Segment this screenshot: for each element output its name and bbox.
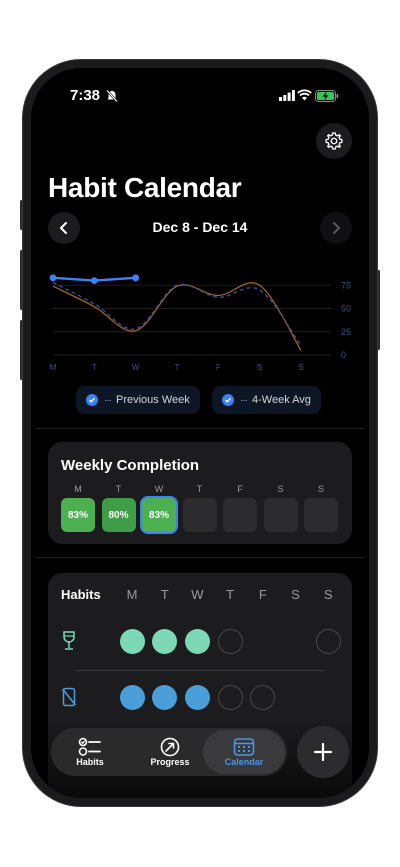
tab-progress-label: Progress xyxy=(150,757,190,767)
x-tick-label: S xyxy=(257,363,262,372)
habit-day-header: S xyxy=(291,587,300,602)
tab-calendar[interactable]: Calendar xyxy=(203,730,285,774)
legend-avg-label: 4-Week Avg xyxy=(252,394,311,406)
x-tick-label: F xyxy=(216,363,221,372)
series-line-previous-week xyxy=(52,281,302,347)
completion-day-label: S xyxy=(277,484,284,494)
wine-glass-icon xyxy=(62,631,76,656)
checkmark-icon xyxy=(222,394,234,406)
completion-day-cell[interactable]: 80% xyxy=(101,498,136,532)
tab-bar: Habits Progress Calendar xyxy=(51,728,287,776)
y-tick-label: 25 xyxy=(341,327,351,337)
y-tick-label: 50 xyxy=(341,304,351,314)
habit-day-toggle[interactable] xyxy=(119,629,145,654)
status-time: 7:38 xyxy=(70,87,101,104)
habit-day-header: T xyxy=(226,587,235,602)
data-point xyxy=(90,277,98,284)
habit-day-toggle[interactable] xyxy=(184,685,210,710)
habits-header: Habits xyxy=(61,587,101,602)
habit-day-header: W xyxy=(191,587,204,602)
x-tick-label: T xyxy=(92,363,97,372)
habit-row-divider xyxy=(76,670,324,671)
series-line-avg xyxy=(52,282,302,351)
week-range-label: Dec 8 - Dec 14 xyxy=(152,219,248,235)
completion-day-cell[interactable]: 83% xyxy=(61,498,95,532)
weekly-completion-title: Weekly Completion xyxy=(61,457,200,474)
habit-day-toggle[interactable] xyxy=(217,629,243,654)
legend-avg-toggle[interactable]: ··· 4-Week Avg xyxy=(212,386,321,414)
habit-day-toggle[interactable] xyxy=(152,629,178,654)
habits-list-icon xyxy=(78,737,101,756)
section-divider xyxy=(35,428,365,429)
x-tick-label: S xyxy=(298,363,303,372)
dashed-line-icon: ··· xyxy=(104,394,112,406)
data-point xyxy=(49,274,57,282)
habit-day-header: S xyxy=(323,587,333,602)
tab-habits[interactable]: Habits xyxy=(65,728,115,776)
x-tick-label: W xyxy=(132,363,140,372)
y-tick-label: 75 xyxy=(341,280,351,290)
habit-day-header: M xyxy=(126,587,138,602)
plus-icon xyxy=(313,742,333,762)
completion-line-chart: 75 50 25 0 M T W T F S S xyxy=(49,274,351,372)
completion-day-label: T xyxy=(115,484,122,494)
wifi-icon xyxy=(297,89,312,101)
habit-day-header: F xyxy=(258,587,267,602)
x-tick-label: M xyxy=(50,363,57,372)
chevron-right-icon xyxy=(333,222,340,234)
habit-day-toggle[interactable] xyxy=(119,685,145,710)
completion-day-cell[interactable] xyxy=(182,498,217,532)
bell-muted-icon xyxy=(106,89,118,103)
completion-day-cell[interactable] xyxy=(263,498,298,532)
legend-previous-week-toggle[interactable]: ··· Previous Week xyxy=(76,386,200,414)
power-button xyxy=(377,270,380,350)
completion-day-label: M xyxy=(74,484,82,494)
gear-icon xyxy=(325,132,343,150)
completion-day-label: S xyxy=(317,484,324,494)
next-week-button[interactable] xyxy=(320,212,352,244)
habit-day-toggle[interactable] xyxy=(152,685,178,710)
calendar-icon xyxy=(233,738,255,756)
completion-day-cell[interactable] xyxy=(223,498,257,532)
status-bar: 7:38 xyxy=(31,87,369,109)
app-screen: 7:38 Habit Calendar Dec 8 - Dec 14 75 50… xyxy=(31,68,369,798)
completion-day-cell[interactable]: 83% xyxy=(142,498,176,532)
completion-day-label: F xyxy=(237,484,243,494)
habit-day-header: T xyxy=(160,587,169,602)
habit-day-toggle[interactable] xyxy=(217,685,243,710)
completion-day-label: T xyxy=(196,484,203,494)
checkmark-icon xyxy=(86,394,98,406)
habit-day-toggle[interactable] xyxy=(315,629,341,654)
habit-day-toggle[interactable] xyxy=(184,629,210,654)
habit-day-toggle[interactable] xyxy=(250,685,276,710)
phone-off-icon xyxy=(61,687,77,712)
y-tick-label: 0 xyxy=(341,350,346,360)
weekly-completion-card: Weekly Completion M T W T F S S 83% 80% 83% xyxy=(48,442,352,544)
completion-day-cell[interactable] xyxy=(304,498,338,532)
page-title: Habit Calendar xyxy=(48,172,242,203)
progress-icon xyxy=(160,737,180,757)
legend-previous-week-label: Previous Week xyxy=(116,394,190,406)
completion-day-label: W xyxy=(154,484,164,494)
tab-calendar-label: Calendar xyxy=(224,757,264,767)
settings-button[interactable] xyxy=(316,123,352,159)
tab-progress[interactable]: Progress xyxy=(137,728,203,776)
tab-habits-label: Habits xyxy=(76,757,104,767)
data-point xyxy=(132,274,140,282)
signal-icon xyxy=(279,90,295,101)
add-habit-button[interactable] xyxy=(297,726,349,778)
x-tick-label: T xyxy=(175,363,180,372)
dashed-line-icon: ··· xyxy=(240,394,248,406)
battery-charging-icon xyxy=(315,90,339,102)
section-divider xyxy=(35,557,365,558)
